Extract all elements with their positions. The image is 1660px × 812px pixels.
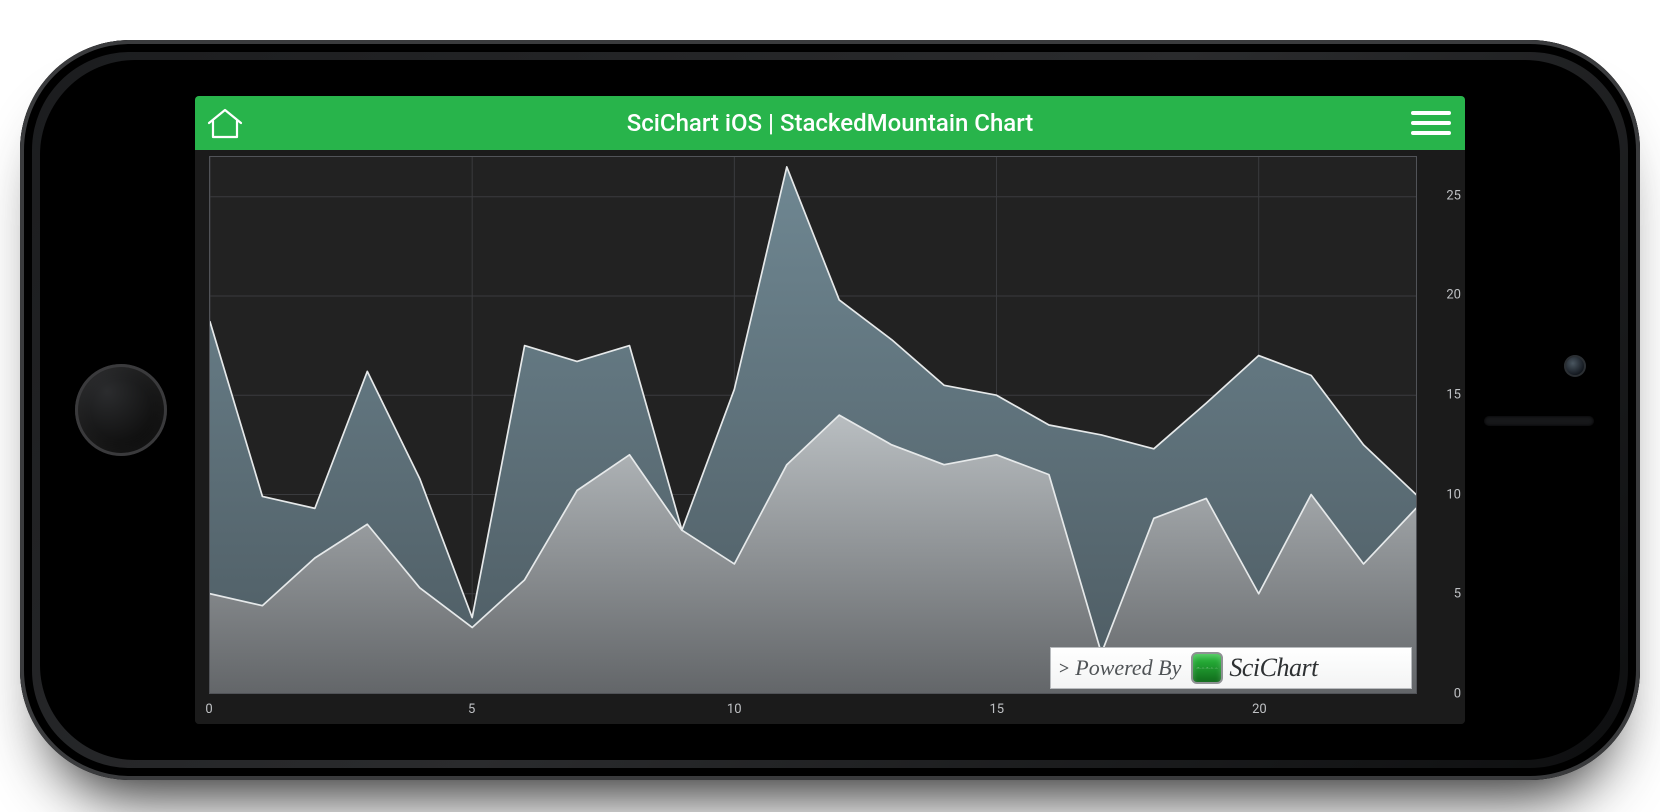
x-tick-label: 0 bbox=[205, 702, 212, 717]
powered-by-label: Powered By bbox=[1075, 655, 1181, 681]
app-screen: SciChart iOS | StackedMountain Chart bbox=[195, 96, 1465, 724]
iphone-speaker bbox=[1484, 416, 1594, 426]
x-tick-label: 10 bbox=[727, 702, 742, 717]
y-tick-label: 25 bbox=[1421, 188, 1461, 203]
iphone-home-button[interactable] bbox=[75, 364, 167, 456]
chart-svg bbox=[210, 157, 1416, 693]
iphone-front-camera bbox=[1564, 355, 1586, 377]
page-title: SciChart iOS | StackedMountain Chart bbox=[627, 109, 1034, 137]
y-tick-label: 0 bbox=[1421, 687, 1461, 702]
y-tick-label: 20 bbox=[1421, 288, 1461, 303]
hamburger-menu-icon[interactable] bbox=[1411, 111, 1451, 135]
x-axis-labels: 05101520 bbox=[209, 698, 1417, 724]
x-tick-label: 5 bbox=[468, 702, 475, 717]
iphone-device-frame: SciChart iOS | StackedMountain Chart bbox=[20, 40, 1640, 780]
scichart-logo-icon bbox=[1191, 652, 1223, 684]
home-icon[interactable] bbox=[205, 107, 245, 139]
powered-by-badge[interactable]: > Powered By SciChart bbox=[1050, 647, 1412, 689]
brand-text: SciChart bbox=[1229, 653, 1317, 683]
y-tick-label: 15 bbox=[1421, 388, 1461, 403]
y-axis-labels: 0510152025 bbox=[1421, 156, 1461, 694]
x-tick-label: 15 bbox=[990, 702, 1005, 717]
caret-icon: > bbox=[1059, 658, 1069, 679]
chart-plot-area[interactable]: > Powered By SciChart bbox=[209, 156, 1417, 694]
x-tick-label: 20 bbox=[1252, 702, 1267, 717]
y-tick-label: 5 bbox=[1421, 587, 1461, 602]
app-topbar: SciChart iOS | StackedMountain Chart bbox=[195, 96, 1465, 150]
chart-surface[interactable]: > Powered By SciChart 0 5 10 15 20 25 0 5 10 15 2… bbox=[195, 150, 1465, 724]
y-tick-label: 10 bbox=[1421, 487, 1461, 502]
